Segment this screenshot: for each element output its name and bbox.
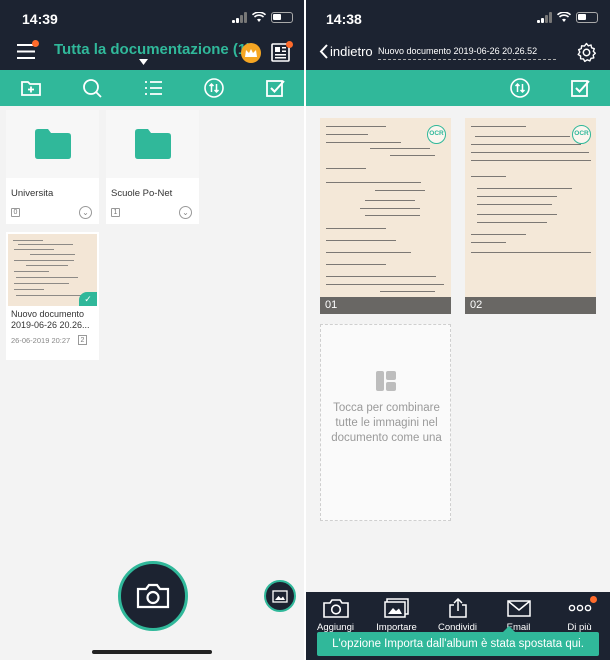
- combine-icon: [376, 371, 396, 391]
- page-thumbnail[interactable]: OCR 02: [465, 118, 596, 314]
- add-folder-icon[interactable]: [0, 70, 61, 106]
- status-time: 14:39: [22, 11, 58, 27]
- folder-options-button[interactable]: ⌄: [79, 206, 92, 219]
- camera-icon: [322, 599, 349, 618]
- sort-icon[interactable]: [183, 70, 244, 106]
- folder-count: 1: [111, 208, 120, 217]
- folder-icon: [34, 129, 71, 159]
- import-button[interactable]: Importare: [366, 598, 427, 633]
- wifi-icon: [557, 12, 571, 22]
- document-name: Nuovo documento 2019-06-26 20.26...: [11, 309, 90, 330]
- document-page-count: 2: [78, 335, 87, 345]
- import-moved-toast[interactable]: L'opzione Importa dall'album è stata spo…: [317, 626, 599, 656]
- page-number: 02: [465, 297, 596, 314]
- screen-divider: [304, 0, 306, 660]
- more-button[interactable]: Di più: [549, 598, 610, 633]
- folder-icon: [134, 129, 171, 159]
- signal-icon: [232, 12, 247, 23]
- battery-icon: [271, 12, 293, 23]
- folder-count: 0: [11, 208, 20, 217]
- select-icon[interactable]: [550, 77, 610, 99]
- sort-icon[interactable]: [490, 77, 550, 99]
- more-notification-dot: [590, 596, 597, 603]
- status-bar: 14:39: [0, 0, 305, 36]
- select-icon[interactable]: [244, 70, 305, 106]
- email-button[interactable]: Email: [488, 598, 549, 633]
- left-screen: 14:39 Tutta la documentazione (1) Univer…: [0, 0, 305, 660]
- folder-card[interactable]: Scuole Po-Net 1 ⌄: [106, 110, 199, 224]
- folder-name: Universita: [11, 188, 54, 199]
- signal-icon: [537, 12, 552, 23]
- back-button[interactable]: indietro: [319, 44, 373, 59]
- email-icon: [506, 600, 531, 617]
- list-view-icon[interactable]: [122, 70, 183, 106]
- share-icon: [448, 598, 467, 618]
- gallery-icon: [272, 589, 288, 603]
- page-thumbnail[interactable]: OCR 01: [320, 118, 451, 314]
- status-time: 14:38: [326, 11, 362, 27]
- document-card[interactable]: ✓ Nuovo documento 2019-06-26 20.26... 26…: [6, 232, 99, 360]
- import-album-button[interactable]: [264, 580, 296, 612]
- gallery-icon: [383, 598, 409, 618]
- app-header: Tutta la documentazione (1): [0, 36, 305, 70]
- battery-icon: [576, 12, 598, 23]
- left-toolbar: [0, 70, 305, 106]
- checkmark-icon: ✓: [79, 292, 97, 306]
- add-button[interactable]: Aggiungi: [305, 598, 366, 633]
- menu-icon[interactable]: [17, 44, 35, 64]
- folder-card[interactable]: Universita 0 ⌄: [6, 110, 99, 224]
- page-number: 01: [320, 297, 451, 314]
- combine-images-tile[interactable]: Tocca per combinare tutte le immagini ne…: [320, 324, 451, 521]
- folder-thumb: [106, 110, 199, 178]
- search-icon[interactable]: [61, 70, 122, 106]
- home-indicator: [92, 650, 212, 654]
- folder-thumb: [6, 110, 99, 178]
- page-title[interactable]: Tutta la documentazione (1): [54, 41, 251, 58]
- status-icons: [537, 12, 598, 23]
- document-thumbnail: ✓: [8, 234, 97, 306]
- more-icon: [568, 604, 591, 612]
- folder-options-button[interactable]: ⌄: [179, 206, 192, 219]
- status-bar: 14:38: [305, 0, 610, 36]
- right-screen: 14:38 indietro Nuovo documento 2019-06-2…: [305, 0, 610, 660]
- document-date: 26-06-2019 20:27: [11, 336, 71, 345]
- crown-icon[interactable]: [241, 43, 261, 63]
- camera-icon: [136, 583, 170, 609]
- combine-hint: Tocca per combinare tutte le immagini ne…: [331, 402, 442, 444]
- ocr-badge[interactable]: OCR: [572, 125, 591, 144]
- document-title-field[interactable]: Nuovo documento 2019-06-26 20.26.52: [378, 46, 556, 60]
- document-header: indietro Nuovo documento 2019-06-26 20.2…: [305, 36, 610, 70]
- dropdown-arrow-icon[interactable]: [139, 59, 148, 65]
- settings-gear-icon[interactable]: [576, 42, 597, 68]
- folder-name: Scuole Po-Net: [111, 188, 173, 199]
- document-toolbar: [305, 70, 610, 106]
- share-button[interactable]: Condividi: [427, 598, 488, 633]
- wifi-icon: [252, 12, 266, 22]
- camera-button[interactable]: [118, 561, 188, 631]
- chevron-left-icon: [319, 44, 328, 59]
- news-notification-dot: [286, 41, 293, 48]
- back-label: indietro: [330, 44, 373, 59]
- status-icons: [232, 12, 293, 23]
- menu-notification-dot: [32, 40, 39, 47]
- ocr-badge[interactable]: OCR: [427, 125, 446, 144]
